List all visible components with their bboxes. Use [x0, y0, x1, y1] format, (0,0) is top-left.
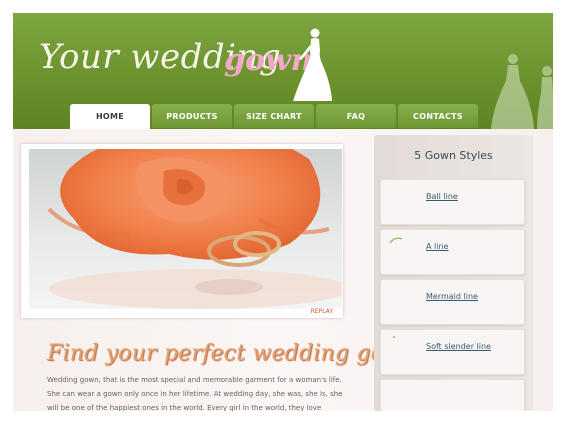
style-box-5: [380, 379, 525, 411]
intro-headline: Find your perfect wedding gown: [47, 341, 418, 366]
nav-tab-size-chart[interactable]: SIZE CHART: [234, 104, 314, 128]
bride-gown-icon: [293, 28, 332, 101]
link-a-line[interactable]: A line: [426, 242, 448, 251]
style-box-ball-line: Ball line: [380, 179, 525, 225]
link-soft-slender-line[interactable]: Soft slender line: [426, 342, 491, 351]
main-navigation: HOME PRODUCTS SIZE CHART FAQ CONTACTS: [70, 104, 478, 129]
bride-gown-faded-icon: [491, 54, 534, 129]
style-box-mermaid-line: Mermaid line: [380, 279, 525, 325]
main-content: REPLAY Find your perfect wedding gown We…: [13, 129, 553, 411]
style-box-soft-slender-line: Soft slender line: [380, 329, 525, 375]
nav-tab-products[interactable]: PRODUCTS: [152, 104, 232, 128]
loading-dot-icon: [393, 336, 395, 338]
nav-tab-home[interactable]: HOME: [70, 104, 150, 129]
replay-button[interactable]: REPLAY: [306, 307, 337, 316]
site-header: Your wedding gown HOME PRODUCTS SIZE CHA…: [13, 13, 553, 129]
link-ball-line[interactable]: Ball line: [426, 192, 458, 201]
gown-styles-sidebar: 5 Gown Styles Ball line A line Mermaid l…: [374, 135, 533, 411]
bride-gown-faded-icon-2: [537, 66, 553, 129]
loading-arc-icon: [389, 237, 403, 244]
slideshow: REPLAY: [21, 144, 343, 318]
link-mermaid-line[interactable]: Mermaid line: [426, 292, 478, 301]
nav-tab-faq[interactable]: FAQ: [316, 104, 396, 128]
rose-and-rings-photo: [29, 149, 342, 309]
intro-text: Wedding gown, that is the most special a…: [47, 376, 343, 411]
style-box-a-line: A line: [380, 229, 525, 275]
sidebar-title: 5 Gown Styles: [414, 149, 493, 162]
page-frame: Your wedding gown HOME PRODUCTS SIZE CHA…: [13, 13, 553, 411]
nav-tab-contacts[interactable]: CONTACTS: [398, 104, 478, 128]
